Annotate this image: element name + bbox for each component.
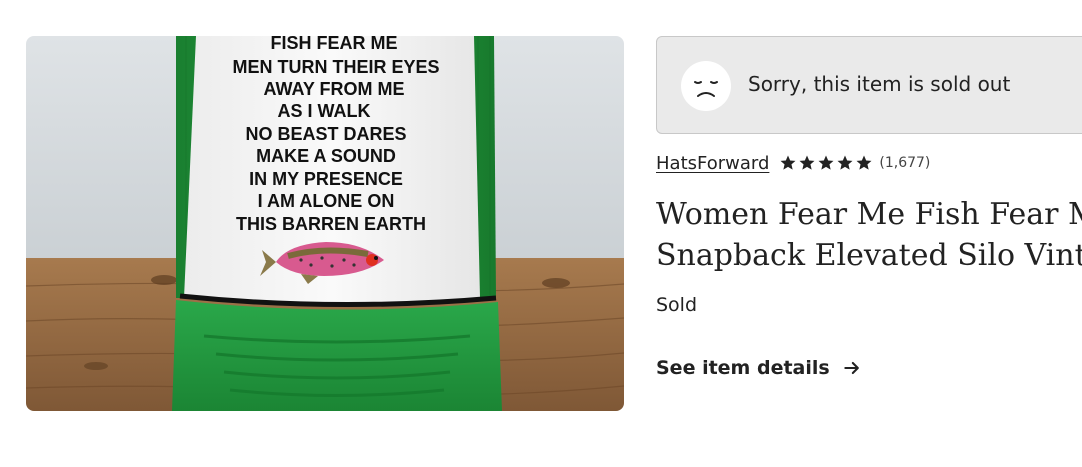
see-item-details-button[interactable]: See item details bbox=[656, 354, 862, 382]
product-image[interactable]: FISH FEAR ME MEN TURN THEIR EYES AWAY FR… bbox=[26, 36, 624, 411]
shop-row: HatsForward (1,677) bbox=[656, 151, 930, 175]
see-item-details-label: See item details bbox=[656, 357, 830, 379]
listing-title: Women Fear Me Fish Fear Me Snapback Elev… bbox=[656, 194, 1082, 276]
star-icon bbox=[818, 155, 834, 170]
listing-page: FISH FEAR ME MEN TURN THEIR EYES AWAY FR… bbox=[0, 0, 1082, 467]
hat-text-line: IN MY PRESENCE bbox=[249, 169, 403, 189]
listing-title-line-1: Women Fear Me Fish Fear Me bbox=[656, 197, 1082, 232]
hat-text-line: MEN TURN THEIR EYES bbox=[232, 57, 439, 77]
star-icon bbox=[837, 155, 853, 170]
star-rating bbox=[779, 154, 874, 172]
review-count[interactable]: (1,677) bbox=[879, 155, 930, 171]
hat-text-line: AWAY FROM ME bbox=[263, 79, 404, 99]
star-icon bbox=[780, 155, 796, 170]
star-icon bbox=[856, 155, 872, 170]
arrow-right-icon bbox=[843, 361, 859, 375]
hat-text-line: NO BEAST DARES bbox=[245, 124, 406, 144]
soldout-message: Sorry, this item is sold out bbox=[748, 72, 1011, 96]
star-icon bbox=[799, 155, 815, 170]
hat-text-line: MAKE A SOUND bbox=[256, 146, 396, 166]
hat-text-line: I AM ALONE ON bbox=[258, 191, 395, 211]
sold-status: Sold bbox=[656, 294, 698, 316]
soldout-banner: Sorry, this item is sold out bbox=[656, 36, 1082, 134]
listing-title-line-2: Snapback Elevated Silo Vintage bbox=[656, 238, 1082, 273]
hat-text-line: THIS BARREN EARTH bbox=[236, 214, 426, 234]
trucker-hat-photo: FISH FEAR ME MEN TURN THEIR EYES AWAY FR… bbox=[26, 36, 624, 411]
sad-face-icon bbox=[681, 61, 731, 111]
hat-text-line: FISH FEAR ME bbox=[270, 36, 397, 53]
shop-name-link[interactable]: HatsForward bbox=[656, 153, 769, 174]
hat-text-line: AS I WALK bbox=[278, 101, 371, 121]
